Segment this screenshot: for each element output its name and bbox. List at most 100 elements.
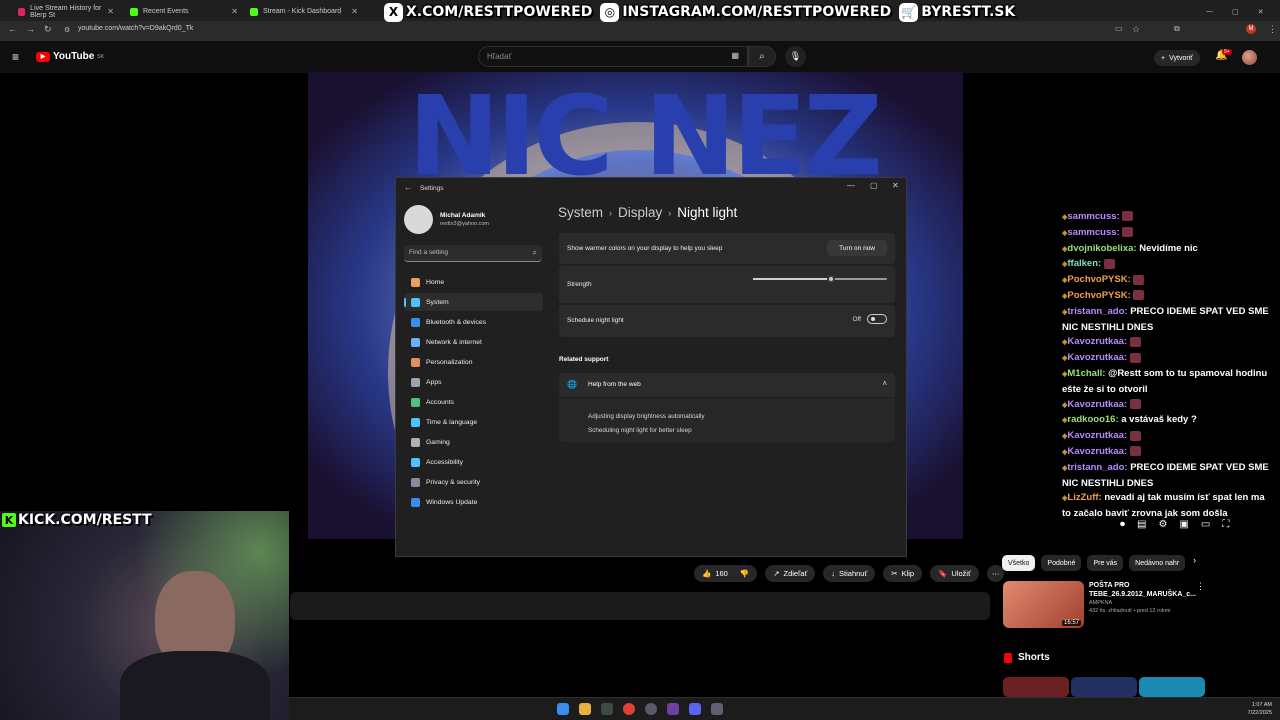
chevron-right-icon[interactable]: › — [1193, 555, 1196, 571]
app-icon[interactable] — [667, 703, 679, 715]
chrome-icon[interactable] — [623, 703, 635, 715]
url-text[interactable]: youtube.com/watch?v=D9akQrd0_Tk — [78, 25, 193, 32]
chat-username[interactable]: Kavozrutkaa — [1067, 399, 1124, 410]
file-explorer-icon[interactable] — [579, 703, 591, 715]
maximize-icon[interactable]: ▢ — [870, 181, 878, 190]
more-options-icon[interactable]: ⋮ — [1196, 581, 1205, 592]
chip-for-you[interactable]: Pre vás — [1087, 555, 1124, 571]
recommendation-title[interactable]: POŠTA PRO TEBE_26.9.2012_MARUŠKA_c... — [1089, 581, 1196, 599]
settings-nav-item[interactable]: Time & language — [404, 413, 543, 431]
close-icon[interactable]: ✕ — [107, 7, 114, 16]
tab-kick-dashboard[interactable]: Stream - Kick Dashboard ✕ — [244, 3, 362, 20]
voice-search-button[interactable]: 🎙 — [785, 46, 806, 67]
chat-username[interactable]: Kavozrutkaa — [1067, 352, 1124, 363]
obs-icon[interactable] — [645, 703, 657, 715]
recommendation-thumbnail[interactable]: 16:57 — [1003, 581, 1084, 628]
recommendation-info[interactable]: POŠTA PRO TEBE_26.9.2012_MARUŠKA_c... AM… — [1089, 581, 1196, 615]
tab-live-stream-history[interactable]: Live Stream History for Blerp St ✕ — [12, 3, 118, 20]
clip-button[interactable]: ✂ Klip — [883, 565, 923, 582]
close-icon[interactable]: ✕ — [351, 7, 358, 16]
settings-nav-item[interactable]: Accessibility — [404, 453, 543, 471]
search-button[interactable]: ⌕ — [748, 46, 776, 67]
save-button[interactable]: 🔖 Uložiť — [930, 565, 979, 582]
recommendation-channel[interactable]: AMPKNA — [1089, 599, 1193, 607]
turn-on-now-button[interactable]: Turn on now — [827, 240, 887, 256]
chat-username[interactable]: sammcuss — [1067, 211, 1116, 222]
chat-username[interactable]: PochvoPYSK — [1067, 290, 1127, 301]
short-thumbnail[interactable] — [1139, 677, 1205, 697]
chat-username[interactable]: Kavozrutkaa — [1067, 336, 1124, 347]
youtube-logo[interactable]: ▶ YouTube SK — [36, 51, 104, 62]
share-button[interactable]: ↗ Zdieľať — [765, 565, 816, 582]
account-avatar[interactable] — [1242, 50, 1257, 65]
back-arrow-icon[interactable]: ← — [404, 183, 412, 192]
system-clock[interactable]: 1:07 AM 7/22/2025 — [1248, 701, 1272, 717]
chat-username[interactable]: tristann_ado — [1067, 306, 1124, 317]
help-from-web-expander[interactable]: 🌐 Help from the web ˄ — [559, 373, 895, 397]
search-input[interactable]: Hľadať ▦ — [478, 46, 748, 67]
profile-avatar[interactable]: M — [1246, 24, 1256, 34]
settings-nav-item[interactable]: Network & internet — [404, 333, 543, 351]
breadcrumb-system[interactable]: System — [558, 205, 603, 220]
short-thumbnail[interactable] — [1071, 677, 1137, 697]
minimize-icon[interactable]: — — [847, 181, 855, 190]
chat-username[interactable]: LizZuff — [1067, 492, 1098, 503]
like-dislike-button[interactable]: 👍 160 👎 — [694, 565, 758, 582]
chat-username[interactable]: Kavozrutkaa — [1067, 430, 1124, 441]
chat-username[interactable]: tristann_ado — [1067, 462, 1124, 473]
minimize-icon[interactable]: — — [1206, 8, 1213, 15]
site-info-icon[interactable]: ⚙ — [64, 26, 70, 34]
hamburger-menu-icon[interactable]: ≡ — [12, 50, 19, 64]
settings-nav-item[interactable]: System — [404, 293, 543, 311]
thumbs-down-icon[interactable]: 👎 — [740, 569, 749, 578]
forward-icon[interactable]: → — [26, 24, 35, 34]
terminal-icon[interactable] — [601, 703, 613, 715]
search-icon[interactable]: ⌕ — [533, 248, 537, 258]
settings-nav-item[interactable]: Accounts — [404, 393, 543, 411]
reload-icon[interactable]: ↻ — [44, 24, 52, 35]
chat-username[interactable]: M1chall — [1067, 368, 1102, 379]
user-avatar[interactable] — [404, 205, 433, 234]
chat-username[interactable]: ffalken — [1067, 258, 1098, 269]
close-icon[interactable]: ✕ — [231, 7, 238, 16]
menu-dots-icon[interactable]: ⋮ — [1268, 24, 1277, 35]
maximize-icon[interactable]: ▢ — [1232, 8, 1239, 16]
extensions-icon[interactable]: ⧉ — [1174, 24, 1180, 34]
cast-icon[interactable]: ▭ — [1115, 24, 1123, 33]
keyboard-icon[interactable]: ▦ — [731, 51, 739, 60]
bookmark-star-icon[interactable]: ☆ — [1132, 24, 1140, 35]
breadcrumb-display[interactable]: Display — [618, 205, 662, 220]
chip-all[interactable]: Všetko — [1002, 555, 1036, 571]
settings-app-icon[interactable] — [711, 703, 723, 715]
strength-slider[interactable] — [753, 275, 887, 283]
start-windows-icon[interactable] — [557, 703, 569, 715]
settings-nav-item[interactable]: Apps — [404, 373, 543, 391]
create-button[interactable]: + Vytvoriť — [1154, 50, 1200, 66]
short-thumbnail[interactable] — [1003, 677, 1069, 697]
settings-nav-item[interactable]: Personalization — [404, 353, 543, 371]
settings-nav-item[interactable]: Windows Update — [404, 493, 543, 511]
chip-recent[interactable]: Nedávno nahr — [1129, 555, 1186, 571]
chat-username[interactable]: dvojnikobelixa — [1067, 243, 1133, 254]
strength-slider-thumb[interactable] — [826, 275, 835, 283]
close-icon[interactable]: ✕ — [1258, 8, 1264, 16]
settings-nav-item[interactable]: Bluetooth & devices — [404, 313, 543, 331]
chevron-up-icon[interactable]: ˄ — [882, 379, 887, 388]
help-link-night-light[interactable]: Scheduling night light for better sleep — [588, 427, 692, 434]
close-icon[interactable]: ✕ — [892, 181, 899, 190]
settings-nav-item[interactable]: Gaming — [404, 433, 543, 451]
discord-icon[interactable] — [689, 703, 701, 715]
schedule-toggle[interactable] — [867, 314, 887, 324]
download-button[interactable]: ↓ Stiahnuť — [823, 565, 876, 582]
help-link-brightness[interactable]: Adjusting display brightness automatical… — [588, 413, 705, 420]
find-setting-input[interactable]: Find a setting ⌕ — [404, 245, 542, 262]
chat-username[interactable]: Kavozrutkaa — [1067, 446, 1124, 457]
chip-similar[interactable]: Podobné — [1041, 555, 1082, 571]
chat-username[interactable]: sammcuss — [1067, 227, 1116, 238]
settings-nav-item[interactable]: Home — [404, 273, 543, 291]
tab-recent-events[interactable]: Recent Events ✕ — [124, 3, 242, 20]
settings-nav-item[interactable]: Privacy & security — [404, 473, 543, 491]
back-icon[interactable]: ← — [8, 24, 17, 34]
chat-username[interactable]: PochvoPYSK — [1067, 274, 1127, 285]
chat-username[interactable]: radkooo16 — [1067, 414, 1115, 425]
